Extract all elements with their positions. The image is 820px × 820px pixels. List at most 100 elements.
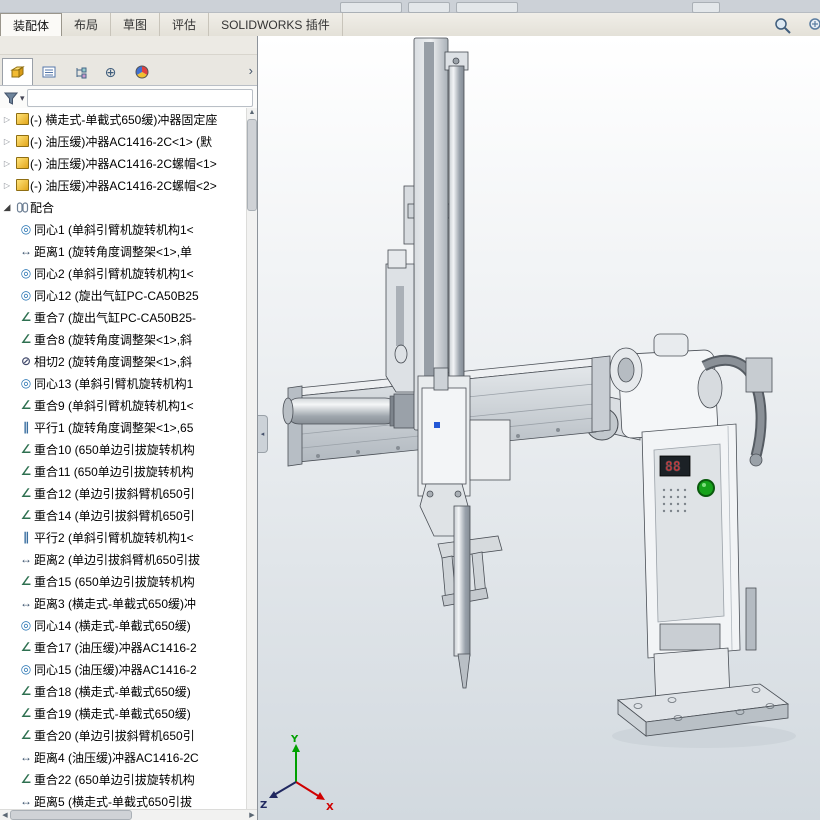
mate-distance-icon: ↔ <box>20 750 32 764</box>
feature-tree: ▷ (-) 横走式-单截式650缓)冲器固定座 ▷ (-) 油压缓)冲器AC14… <box>0 108 247 810</box>
mate-coincident-icon: ∠ <box>20 398 32 412</box>
magnifier-icon[interactable] <box>774 17 792 35</box>
tree-item-label: 同心13 (单斜引臂机旋转机构1 <box>34 376 194 391</box>
tree-mate-row[interactable]: ∠ 重合17 (油压缓)冲器AC1416-2 <box>0 636 247 658</box>
command-tab[interactable]: 布局 <box>62 13 112 36</box>
panel-tab-featuremanager[interactable] <box>2 58 33 85</box>
toolbar-button-stub[interactable] <box>408 2 450 13</box>
filter-input[interactable] <box>26 89 253 107</box>
command-tab[interactable]: 评估 <box>160 13 210 36</box>
tree-mate-row[interactable]: ∥ 平行1 (旋转角度调整架<1>,65 <box>0 416 247 438</box>
panel-collapse-handle[interactable]: ◂ <box>258 415 268 453</box>
tree-mate-row[interactable]: ∠ 重合8 (旋转角度调整架<1>,斜 <box>0 328 247 350</box>
tree-component-row[interactable]: ▷ (-) 横走式-单截式650缓)冲器固定座 <box>0 108 247 130</box>
tree-mate-row[interactable]: ∠ 重合22 (650单边引拔旋转机构 <box>0 768 247 790</box>
tree-item-label: 同心14 (横走式-单截式650缓) <box>34 618 191 633</box>
mate-parallel-icon: ∥ <box>23 420 29 434</box>
tree-mate-row[interactable]: ◎ 同心12 (旋出气缸PC-CA50B25 <box>0 284 247 306</box>
panel-expand-chevron-icon[interactable]: › <box>249 63 253 78</box>
tree-mate-row[interactable]: ◎ 同心14 (横走式-单截式650缓) <box>0 614 247 636</box>
tree-item-label: 重合11 (650单边引拔旋转机构 <box>34 464 194 479</box>
tree-mate-row[interactable]: ↔ 距离2 (单边引拔斜臂机650引拔 <box>0 548 247 570</box>
tree-mate-row[interactable]: ◎ 同心13 (单斜引臂机旋转机构1 <box>0 372 247 394</box>
tree-mate-row[interactable]: ∥ 平行2 (单斜引臂机旋转机构1< <box>0 526 247 548</box>
model-machine-body: 88 <box>609 333 796 748</box>
command-manager-bar: 装配体 布局 草图 评估 SOLIDWORKS 插件 <box>0 13 820 37</box>
tree-item-label: (-) 油压缓)冲器AC1416-2C螺帽<1> <box>30 156 217 171</box>
tree-item-label: 重合10 (650单边引拔旋转机构 <box>34 442 195 457</box>
scroll-thumb[interactable] <box>247 119 257 211</box>
tree-item-label: 距离1 (旋转角度调整架<1>,单 <box>34 244 193 259</box>
magnifier-icon-2[interactable] <box>808 17 820 35</box>
part-icon <box>14 135 30 147</box>
tree-mate-row[interactable]: ∠ 重合19 (横走式-单截式650缓) <box>0 702 247 724</box>
tree-mate-row[interactable]: ↔ 距离3 (横走式-单截式650缓)冲 <box>0 592 247 614</box>
expand-arrow-icon[interactable]: ▷ <box>0 115 14 124</box>
mate-distance-icon: ↔ <box>20 244 32 258</box>
tree-mate-row[interactable]: ∠ 重合7 (旋出气缸PC-CA50B25- <box>0 306 247 328</box>
command-bar-rest <box>343 13 820 36</box>
command-tab[interactable]: SOLIDWORKS 插件 <box>209 13 343 36</box>
toolbar-button-stub[interactable] <box>456 2 518 13</box>
tree-mate-row[interactable]: ◎ 同心15 (油压缓)冲器AC1416-2 <box>0 658 247 680</box>
panel-tab-displaymanager[interactable] <box>126 58 157 85</box>
tree-vertical-scrollbar[interactable]: ▲ <box>246 108 257 810</box>
tree-mate-row[interactable]: ∠ 重合9 (单斜引臂机旋转机构1< <box>0 394 247 416</box>
part-icon <box>14 157 30 169</box>
panel-tab-propertymanager[interactable] <box>33 58 64 85</box>
expand-arrow-icon[interactable]: ▷ <box>0 181 14 190</box>
panel-gap <box>0 36 257 55</box>
collapse-arrow-icon[interactable]: ◢ <box>0 202 14 213</box>
svg-text:Z: Z <box>260 800 267 811</box>
panel-tab-dimxpert[interactable]: ⊕ <box>95 58 126 85</box>
tree-item-label: 平行2 (单斜引臂机旋转机构1< <box>34 530 194 545</box>
tree-mate-row[interactable]: ∠ 重合18 (横走式-单截式650缓) <box>0 680 247 702</box>
viewport-3d[interactable]: 88 Y X Z ◂ <box>258 36 820 820</box>
tree-mate-row[interactable]: ∠ 重合12 (单边引拔斜臂机650引 <box>0 482 247 504</box>
tree-horizontal-scrollbar[interactable]: ◀ ▶ <box>0 809 257 820</box>
tree-mate-row[interactable]: ◎ 同心2 (单斜引臂机旋转机构1< <box>0 262 247 284</box>
scroll-up-icon[interactable]: ▲ <box>249 108 256 118</box>
tree-item-label: 相切2 (旋转角度调整架<1>,斜 <box>34 354 193 369</box>
tree-mate-row[interactable]: ↔ 距离5 (横走式-单截式650引拔 <box>0 790 247 810</box>
mates-paperclip-icon <box>14 201 30 214</box>
tree-item-label: 重合15 (650单边引拔旋转机构 <box>34 574 195 589</box>
mate-parallel-icon: ∥ <box>23 530 29 544</box>
tree-item-label: 距离4 (油压缓)冲器AC1416-2C <box>34 750 199 765</box>
tree-component-row[interactable]: ▷ (-) 油压缓)冲器AC1416-2C螺帽<1> <box>0 152 247 174</box>
tree-component-row[interactable]: ▷ (-) 油压缓)冲器AC1416-2C<1> (默 <box>0 130 247 152</box>
expand-arrow-icon[interactable]: ▷ <box>0 159 14 168</box>
tree-item-label: 同心2 (单斜引臂机旋转机构1< <box>34 266 194 281</box>
tree-component-row[interactable]: ▷ (-) 油压缓)冲器AC1416-2C螺帽<2> <box>0 174 247 196</box>
scroll-left-icon[interactable]: ◀ <box>0 811 10 819</box>
svg-text:X: X <box>326 802 334 813</box>
tree-mate-row[interactable]: ∠ 重合10 (650单边引拔旋转机构 <box>0 438 247 460</box>
tree-mates-group-row[interactable]: ◢ 配合 <box>0 196 247 218</box>
part-icon <box>14 113 30 125</box>
toolbar-button-stub[interactable] <box>340 2 402 13</box>
cad-model[interactable]: 88 Y X Z <box>258 36 820 820</box>
scroll-right-icon[interactable]: ▶ <box>247 811 257 819</box>
filter-funnel-icon[interactable] <box>4 92 18 105</box>
command-tab[interactable]: 装配体 <box>0 13 63 36</box>
mate-distance-icon: ↔ <box>20 552 32 566</box>
tree-mate-row[interactable]: ⊘ 相切2 (旋转角度调整架<1>,斜 <box>0 350 247 372</box>
tree-mate-row[interactable]: ∠ 重合20 (单边引拔斜臂机650引 <box>0 724 247 746</box>
tree-mate-row[interactable]: ↔ 距离1 (旋转角度调整架<1>,单 <box>0 240 247 262</box>
tree-mate-row[interactable]: ∠ 重合14 (单边引拔斜臂机650引 <box>0 504 247 526</box>
mate-coincident-icon: ∠ <box>20 442 32 456</box>
tree-item-label: 重合17 (油压缓)冲器AC1416-2 <box>34 640 197 655</box>
tree-mate-row[interactable]: ∠ 重合15 (650单边引拔旋转机构 <box>0 570 247 592</box>
tree-mate-row[interactable]: ∠ 重合11 (650单边引拔旋转机构 <box>0 460 247 482</box>
assembly-cube-icon <box>10 66 25 78</box>
tree-item-label: (-) 油压缓)冲器AC1416-2C螺帽<2> <box>30 178 217 193</box>
tree-mate-row[interactable]: ↔ 距离4 (油压缓)冲器AC1416-2C <box>0 746 247 768</box>
command-tab[interactable]: 草图 <box>111 13 161 36</box>
panel-tabs: ⊕ › <box>0 55 257 86</box>
scroll-thumb-horizontal[interactable] <box>10 810 132 820</box>
toolbar-button-stub[interactable] <box>692 2 720 13</box>
filter-caret-icon[interactable]: ▾ <box>20 93 25 104</box>
expand-arrow-icon[interactable]: ▷ <box>0 137 14 146</box>
tree-mate-row[interactable]: ◎ 同心1 (单斜引臂机旋转机构1< <box>0 218 247 240</box>
panel-tab-configurationmanager[interactable] <box>64 58 95 85</box>
